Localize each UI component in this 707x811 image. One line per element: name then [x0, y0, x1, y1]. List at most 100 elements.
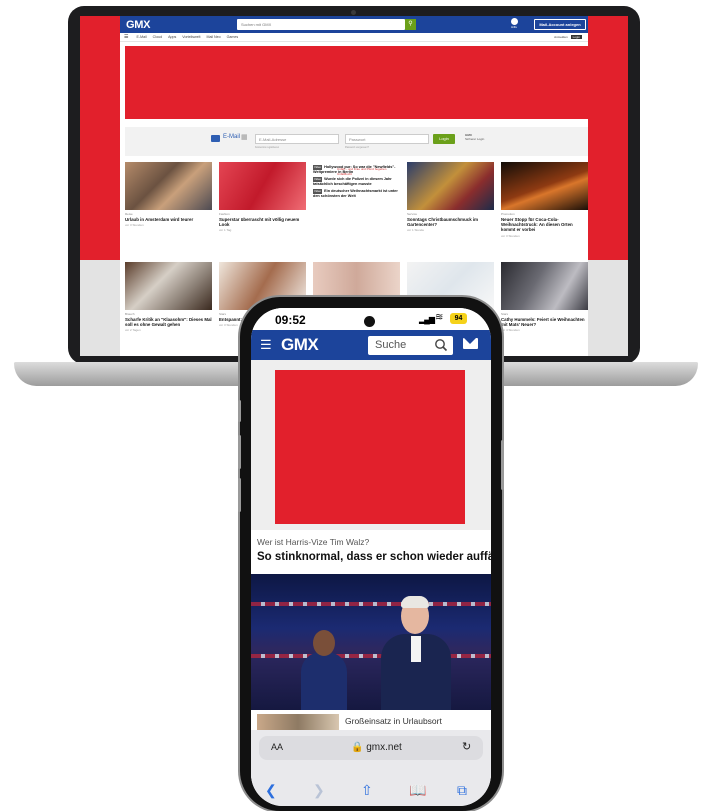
- news-list-item[interactable]: Video Ein deutscher Weihnachtsmarkt ist u…: [313, 189, 400, 198]
- tabs-icon[interactable]: ⧉: [457, 782, 467, 799]
- camera-island: [364, 316, 375, 327]
- search-icon[interactable]: [434, 338, 448, 352]
- news-card-kicker: Reise: [125, 212, 133, 216]
- email-field[interactable]: E-Mail-Adresse: [255, 134, 339, 144]
- top-story-image[interactable]: [251, 574, 491, 710]
- news-card-title: Sonntags Christbaumschmuck im Gartencent…: [407, 217, 478, 228]
- news-card-image: [125, 262, 212, 310]
- phone-action-button: [238, 400, 241, 422]
- address-field[interactable]: AA 🔒 gmx.net ↻: [259, 736, 483, 760]
- news-card-image: [125, 162, 212, 210]
- flag-bunting: [251, 654, 491, 658]
- gmx-logo[interactable]: GMX: [281, 335, 319, 355]
- email-label[interactable]: E-Mail: [223, 134, 240, 140]
- menu-icon[interactable]: ☰: [260, 338, 272, 351]
- news-card[interactable]: Service Sonntags Christbaumschmuck im Ga…: [407, 162, 494, 232]
- login-button[interactable]: Login: [433, 134, 455, 144]
- next-story-title: Großeinsatz in Urlaubsort: [345, 716, 442, 726]
- url-text: 🔒 gmx.net: [351, 742, 402, 753]
- news-card[interactable]: Promotion Neuer Stopp für Coca-Cola-Weih…: [501, 162, 588, 238]
- gmx-logo[interactable]: GMX: [126, 19, 150, 31]
- login-bar: E-Mail ▦ E-Mail-Adresse Kostenlos regist…: [125, 127, 588, 156]
- news-list-text: Wurde sich die Polizei in diesem Jahr ta…: [313, 177, 392, 186]
- mobile-header: ☰ GMX Suche: [251, 330, 491, 360]
- news-card-meta: vor 3 Stunden: [501, 233, 520, 238]
- news-list-text: Ein deutscher Weihnachtsmarkt ist unter …: [313, 189, 398, 198]
- mobile-ad-zone: [251, 360, 491, 530]
- person-figure: [313, 630, 335, 656]
- search-placeholder: Suche: [375, 339, 407, 351]
- news-card-kicker: Fashion: [219, 212, 230, 216]
- desktop-search-button[interactable]: ⚲: [405, 19, 416, 30]
- safari-address-bar: AA 🔒 gmx.net ↻: [251, 730, 491, 778]
- desktop-search-input[interactable]: Suchen mit GMX: [237, 19, 405, 30]
- news-card-kicker: Stars: [501, 312, 509, 316]
- forward-icon[interactable]: ❯: [313, 782, 325, 799]
- news-card-title: Urlaub in Amsterdam wird teurer: [125, 217, 194, 222]
- safari-toolbar: ❮ ❯ ⇧ 📖 ⧉: [251, 776, 491, 806]
- battery-indicator: 94: [450, 313, 467, 324]
- secure-login-badge: GMX Sicherer Login: [465, 133, 484, 141]
- nav-item-vorteilswelt[interactable]: Vorteilswelt: [182, 35, 200, 39]
- news-card-title: Superstar überrascht mit völlig neuem Lo…: [219, 217, 300, 228]
- nav-right: Anmelden Login: [551, 35, 588, 39]
- news-card-meta: vor 1 Tag: [219, 228, 232, 233]
- mobile-ad[interactable]: [275, 370, 465, 524]
- nav-item-email[interactable]: E-Mail: [136, 35, 146, 39]
- desktop-nav: ☰ E-Mail Cloud Apps Vorteilswelt Mail Ne…: [120, 33, 588, 42]
- register-link[interactable]: Kostenlos registrieren: [255, 146, 279, 149]
- url-domain: gmx.net: [366, 742, 402, 753]
- news-list: Unfall – und Frau und Pferd begehen Unfa…: [313, 162, 400, 202]
- forgot-password-link[interactable]: Passwort vergessen?: [345, 146, 369, 149]
- nav-item-mailneo[interactable]: Mail Neo: [206, 35, 220, 39]
- bookmarks-icon[interactable]: 📖: [409, 782, 426, 799]
- apps-grid-icon[interactable]: ▦: [241, 134, 248, 141]
- help-button[interactable]: Hilfe: [508, 18, 520, 31]
- wifi-icon: ≋: [435, 312, 444, 323]
- news-card[interactable]: Stars Cathy Hummels: Feiert sie Weihnach…: [501, 262, 588, 332]
- help-label: Hilfe: [510, 25, 517, 29]
- news-card-image: [219, 162, 306, 210]
- top-story[interactable]: Wer ist Harris-Vize Tim Walz? So stinkno…: [251, 530, 491, 574]
- nav-login-tag[interactable]: Login: [570, 35, 582, 39]
- person-figure: [411, 636, 421, 662]
- nav-item-cloud[interactable]: Cloud: [153, 35, 162, 39]
- laptop-camera: [351, 10, 356, 15]
- news-card-kicker: Promotion: [501, 212, 515, 216]
- next-story[interactable]: Großeinsatz in Urlaubsort: [251, 710, 491, 730]
- news-card-meta: vor 2 Tagen: [125, 328, 141, 333]
- news-card[interactable]: Brauch Scharfe Kritik an "Klaasohm": Die…: [125, 262, 212, 332]
- leaderboard-ad[interactable]: [125, 46, 588, 119]
- mobile-search-input[interactable]: Suche: [368, 336, 453, 355]
- phone-screen: 09:52 ▂▄▆ ≋ 94 ☰ GMX Suche Wer ist Harri…: [251, 308, 491, 806]
- nav-item-apps[interactable]: Apps: [168, 35, 176, 39]
- back-icon[interactable]: ❮: [265, 782, 277, 799]
- reader-aa-button[interactable]: AA: [271, 742, 283, 752]
- signal-icon: ▂▄▆: [419, 315, 435, 324]
- nav-item-games[interactable]: Games: [227, 35, 239, 39]
- news-card[interactable]: Fashion Superstar überrascht mit völlig …: [219, 162, 306, 232]
- mail-icon: [211, 135, 220, 142]
- reload-icon[interactable]: ↻: [462, 740, 471, 753]
- mail-icon[interactable]: [463, 338, 478, 349]
- person-figure: [301, 652, 347, 710]
- device-mockup-stage: GMX Suchen mit GMX ⚲ Hilfe Mail-Account …: [0, 0, 707, 811]
- news-card-kicker: Brauch: [125, 312, 135, 316]
- phone-volume-up-button: [238, 435, 241, 469]
- share-icon[interactable]: ⇧: [361, 782, 373, 799]
- menu-icon[interactable]: ☰: [124, 34, 128, 40]
- help-icon: [510, 18, 518, 25]
- news-card-image: [501, 162, 588, 210]
- desktop-header: GMX Suchen mit GMX ⚲ Hilfe Mail-Account …: [120, 16, 588, 33]
- password-field[interactable]: Passwort: [345, 134, 429, 144]
- lock-icon: 🔒: [351, 742, 364, 753]
- phone-volume-down-button: [238, 478, 241, 512]
- nav-anmelden[interactable]: Anmelden: [554, 35, 568, 39]
- news-card[interactable]: Reise Urlaub in Amsterdam wird teurer vo…: [125, 162, 212, 227]
- person-figure: [401, 596, 429, 608]
- skyscraper-ad-right[interactable]: [588, 16, 628, 260]
- skyscraper-ad-left[interactable]: [80, 16, 120, 260]
- news-list-item[interactable]: Video Wurde sich die Polizei in diesem Ja…: [313, 177, 400, 186]
- mail-account-button[interactable]: Mail-Account anlegen: [534, 19, 586, 30]
- news-card-kicker: Service: [407, 212, 418, 216]
